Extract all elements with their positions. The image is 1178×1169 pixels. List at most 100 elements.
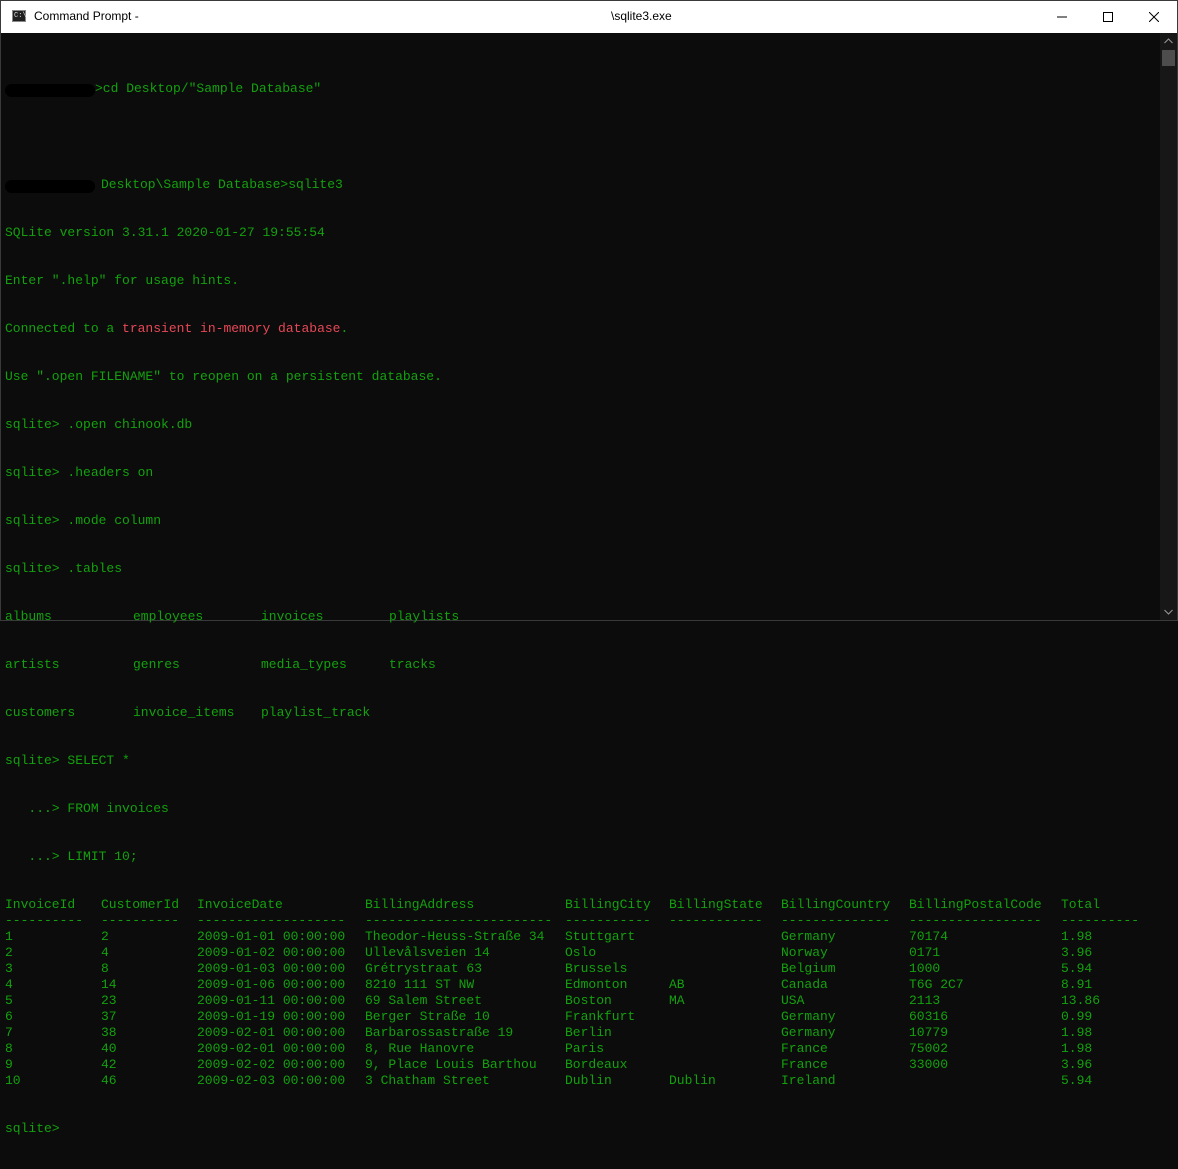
- table-cell: Berger Straße 10: [365, 1009, 490, 1024]
- console-text-red: transient in-memory database: [122, 321, 341, 336]
- table-cell: Brussels: [565, 961, 628, 976]
- table-cell: 6: [5, 1009, 13, 1024]
- table-cell: 3 Chatham Street: [365, 1073, 490, 1088]
- maximize-button[interactable]: [1085, 1, 1131, 33]
- minimize-icon: [1057, 16, 1067, 18]
- table-cell: 75002: [909, 1041, 949, 1056]
- table-cell: 2009-01-06 00:00:00: [197, 977, 346, 992]
- table-cell: 14: [101, 977, 117, 992]
- table-cell: 1.98: [1061, 929, 1093, 944]
- console-line: ...> FROM invoices: [5, 801, 169, 816]
- table-cell: 46: [101, 1073, 117, 1088]
- table-name: invoices: [261, 609, 324, 624]
- final-prompt[interactable]: sqlite>: [5, 1121, 1157, 1137]
- console-line: Enter ".help" for usage hints.: [5, 273, 240, 288]
- console-window: C:\ Command Prompt - \sqlite3.exe >cd De…: [0, 0, 1178, 1136]
- table-cell: Canada: [781, 977, 828, 992]
- console-text: >cd Desktop/"Sample Database": [95, 81, 322, 96]
- tables-row: artists genres media_types tracks: [5, 657, 1157, 673]
- table-name: employees: [133, 609, 204, 624]
- table-cell: 9: [5, 1057, 13, 1072]
- table-name: playlists: [389, 609, 460, 624]
- table-cell: 8.91: [1061, 977, 1093, 992]
- table-name: media_types: [261, 657, 347, 672]
- table-cell: 69 Salem Street: [365, 993, 483, 1008]
- console-text: Desktop\Sample Database>sqlite3: [101, 177, 343, 192]
- scroll-thumb[interactable]: [1162, 50, 1175, 66]
- table-cell: 1.98: [1061, 1025, 1093, 1040]
- table-cell: 1: [5, 929, 13, 944]
- table-cell: 0.99: [1061, 1009, 1093, 1024]
- table-cell: 23: [101, 993, 117, 1008]
- title-bar[interactable]: C:\ Command Prompt - \sqlite3.exe: [1, 1, 1177, 33]
- table-cell: Grétrystraat 63: [365, 961, 483, 976]
- table-cell: Germany: [781, 929, 836, 944]
- table-cell: 2009-02-01 00:00:00: [197, 1025, 346, 1040]
- console-output[interactable]: >cd Desktop/"Sample Database" Desktop\Sa…: [5, 49, 1157, 1136]
- tables-row: customers invoice_items playlist_track: [5, 705, 1157, 721]
- redacted-path: [5, 180, 95, 193]
- column-separator: ------------: [669, 913, 763, 928]
- table-cell: Belgium: [781, 961, 836, 976]
- table-cell: Boston: [565, 993, 612, 1008]
- table-cell: Dublin: [565, 1073, 612, 1088]
- table-cell: Theodor-Heuss-Straße 34: [365, 929, 545, 944]
- table-cell: Barbarossastraße 19: [365, 1025, 514, 1040]
- table-cell: Bordeaux: [565, 1057, 628, 1072]
- table-cell: 2113: [909, 993, 941, 1008]
- column-separator: -------------------: [197, 913, 346, 928]
- scroll-up-button[interactable]: [1160, 33, 1177, 49]
- console-line: Use ".open FILENAME" to reopen on a pers…: [5, 369, 442, 384]
- table-cell: 0171: [909, 945, 941, 960]
- table-cell: 1000: [909, 961, 941, 976]
- close-button[interactable]: [1131, 1, 1177, 33]
- table-cell: 42: [101, 1057, 117, 1072]
- column-header: BillingState: [669, 897, 763, 912]
- table-cell: 8: [5, 1041, 13, 1056]
- scroll-up-icon: [1164, 38, 1173, 44]
- console-line: sqlite> .headers on: [5, 465, 154, 480]
- table-row: 8 40 2009-02-01 00:00:00 8, Rue Hanovre Pari…: [5, 1041, 1157, 1057]
- table-cell: 33000: [909, 1057, 949, 1072]
- table-cell: 2: [101, 929, 109, 944]
- tables-row: albums employees invoices playlists: [5, 609, 1157, 625]
- redacted-path: [5, 84, 95, 97]
- column-header: BillingCity: [565, 897, 651, 912]
- table-row: 4 14 2009-01-06 00:00:00 8210 111 ST NW Edmo…: [5, 977, 1157, 993]
- table-cell: 3.96: [1061, 945, 1093, 960]
- table-row: 3 8 2009-01-03 00:00:00 Grétrystraat 63 Brus…: [5, 961, 1157, 977]
- table-cell: 2009-02-03 00:00:00: [197, 1073, 346, 1088]
- table-cell: Paris: [565, 1041, 605, 1056]
- column-header: CustomerId: [101, 897, 180, 912]
- table-cell: 2009-01-11 00:00:00: [197, 993, 346, 1008]
- column-header: InvoiceId: [5, 897, 76, 912]
- table-cell: 37: [101, 1009, 117, 1024]
- scroll-down-button[interactable]: [1160, 604, 1177, 620]
- minimize-button[interactable]: [1039, 1, 1085, 33]
- table-cell: France: [781, 1057, 828, 1072]
- table-name: artists: [5, 657, 60, 672]
- table-row: 6 37 2009-01-19 00:00:00 Berger Straße 10 Fr…: [5, 1009, 1157, 1025]
- table-row: 1 2 2009-01-01 00:00:00 Theodor-Heuss-Straß…: [5, 929, 1157, 945]
- column-separator: ----------: [101, 913, 180, 928]
- column-separator: ----------: [5, 913, 84, 928]
- column-header: BillingAddress: [365, 897, 475, 912]
- vertical-scrollbar[interactable]: [1160, 33, 1177, 620]
- close-icon: [1149, 12, 1159, 22]
- scroll-down-icon: [1164, 609, 1173, 615]
- table-cell: Dublin: [669, 1073, 716, 1088]
- table-cell: 13.86: [1061, 993, 1101, 1008]
- table-cell: 2009-02-02 00:00:00: [197, 1057, 346, 1072]
- table-cell: Stuttgart: [565, 929, 636, 944]
- console-line: ...> LIMIT 10;: [5, 849, 138, 864]
- table-cell: MA: [669, 993, 685, 1008]
- table-cell: Oslo: [565, 945, 597, 960]
- console-icon-text: C:\: [14, 12, 27, 20]
- table-cell: 7: [5, 1025, 13, 1040]
- table-separator-row: ---------- ---------- ------------------- -…: [5, 913, 1157, 929]
- column-header: InvoiceDate: [197, 897, 283, 912]
- console-line: >cd Desktop/"Sample Database": [5, 81, 1157, 97]
- table-cell: 9, Place Louis Barthou: [365, 1057, 537, 1072]
- table-name: genres: [133, 657, 180, 672]
